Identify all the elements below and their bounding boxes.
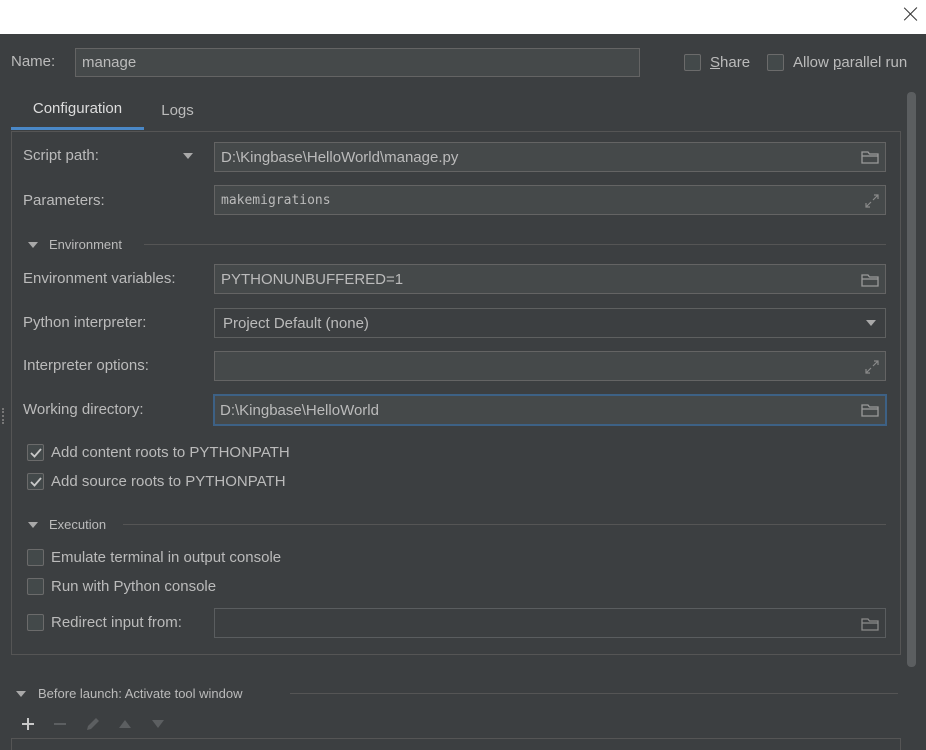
environment-section-title: Environment: [49, 237, 122, 252]
add-content-roots-checkbox[interactable]: [27, 444, 44, 461]
folder-icon[interactable]: [859, 271, 881, 289]
script-path-type-dropdown[interactable]: [183, 153, 193, 159]
execution-collapse-icon[interactable]: [28, 522, 38, 528]
resize-handle[interactable]: [2, 408, 5, 424]
remove-icon[interactable]: [50, 714, 70, 734]
environment-separator: [144, 244, 886, 245]
name-input[interactable]: manage: [75, 48, 640, 77]
share-label: Share: [710, 54, 751, 71]
interpreter-options-label: Interpreter options:: [23, 357, 149, 374]
parameters-input[interactable]: makemigrations: [214, 185, 886, 215]
tab-logs-label: Logs: [161, 101, 194, 119]
tab-configuration-label: Configuration: [32, 100, 123, 117]
name-label: Name:: [11, 53, 56, 70]
python-interpreter-label: Python interpreter:: [23, 314, 147, 331]
redirect-input-field[interactable]: [214, 608, 886, 638]
parameters-value: makemigrations: [221, 192, 331, 208]
expand-icon[interactable]: [862, 357, 882, 377]
folder-icon[interactable]: [859, 615, 881, 633]
before-launch-list: [11, 738, 901, 750]
vertical-scrollbar[interactable]: [907, 92, 916, 667]
chevron-down-icon[interactable]: [866, 320, 876, 326]
checkmark-icon: [29, 476, 42, 487]
move-down-icon[interactable]: [148, 714, 168, 734]
environment-variables-label: Environment variables:: [23, 270, 176, 287]
working-directory-label: Working directory:: [23, 401, 144, 418]
tab-configuration[interactable]: Configuration: [11, 90, 144, 130]
expand-icon[interactable]: [862, 191, 882, 211]
parameters-label: Parameters:: [23, 192, 105, 209]
script-path-value: D:\Kingbase\HelloWorld\manage.py: [221, 148, 459, 166]
redirect-input-checkbox[interactable]: [27, 614, 44, 631]
share-checkbox[interactable]: [684, 54, 701, 71]
name-input-value: manage: [82, 54, 137, 71]
move-up-icon[interactable]: [115, 714, 135, 734]
script-path-input[interactable]: D:\Kingbase\HelloWorld\manage.py: [214, 142, 886, 172]
add-source-roots-checkbox[interactable]: [27, 473, 44, 490]
before-launch-title: Before launch: Activate tool window: [38, 686, 243, 701]
working-directory-value: D:\Kingbase\HelloWorld: [220, 401, 379, 419]
allow-parallel-run-checkbox[interactable]: [767, 54, 784, 71]
add-source-roots-label: Add source roots to PYTHONPATH: [51, 473, 286, 490]
add-icon[interactable]: [18, 714, 38, 734]
execution-section-title: Execution: [49, 517, 107, 532]
environment-collapse-icon[interactable]: [28, 242, 38, 248]
checkmark-icon: [29, 447, 42, 458]
python-interpreter-select[interactable]: Project Default (none): [214, 308, 886, 338]
allow-parallel-run-label: Allow parallel run: [793, 54, 908, 71]
before-launch-separator: [290, 693, 898, 694]
environment-variables-input[interactable]: PYTHONUNBUFFERED=1: [214, 264, 886, 294]
run-python-console-label: Run with Python console: [51, 578, 217, 595]
folder-icon[interactable]: [859, 401, 881, 419]
before-launch-collapse-icon[interactable]: [16, 691, 26, 697]
interpreter-options-input[interactable]: [214, 351, 886, 381]
execution-separator: [123, 524, 886, 525]
script-path-label: Script path:: [23, 147, 99, 164]
working-directory-input[interactable]: D:\Kingbase\HelloWorld: [213, 394, 887, 426]
folder-icon[interactable]: [859, 148, 881, 166]
environment-variables-value: PYTHONUNBUFFERED=1: [221, 270, 404, 288]
run-python-console-checkbox[interactable]: [27, 578, 44, 595]
emulate-terminal-checkbox[interactable]: [27, 549, 44, 566]
title-bar: [0, 0, 926, 34]
redirect-input-label: Redirect input from:: [51, 614, 182, 631]
emulate-terminal-label: Emulate terminal in output console: [51, 549, 282, 566]
python-interpreter-value: Project Default (none): [223, 314, 369, 332]
close-icon[interactable]: [902, 5, 920, 23]
add-content-roots-label: Add content roots to PYTHONPATH: [51, 444, 290, 461]
tab-logs[interactable]: Logs: [150, 90, 205, 130]
edit-icon[interactable]: [83, 714, 103, 734]
